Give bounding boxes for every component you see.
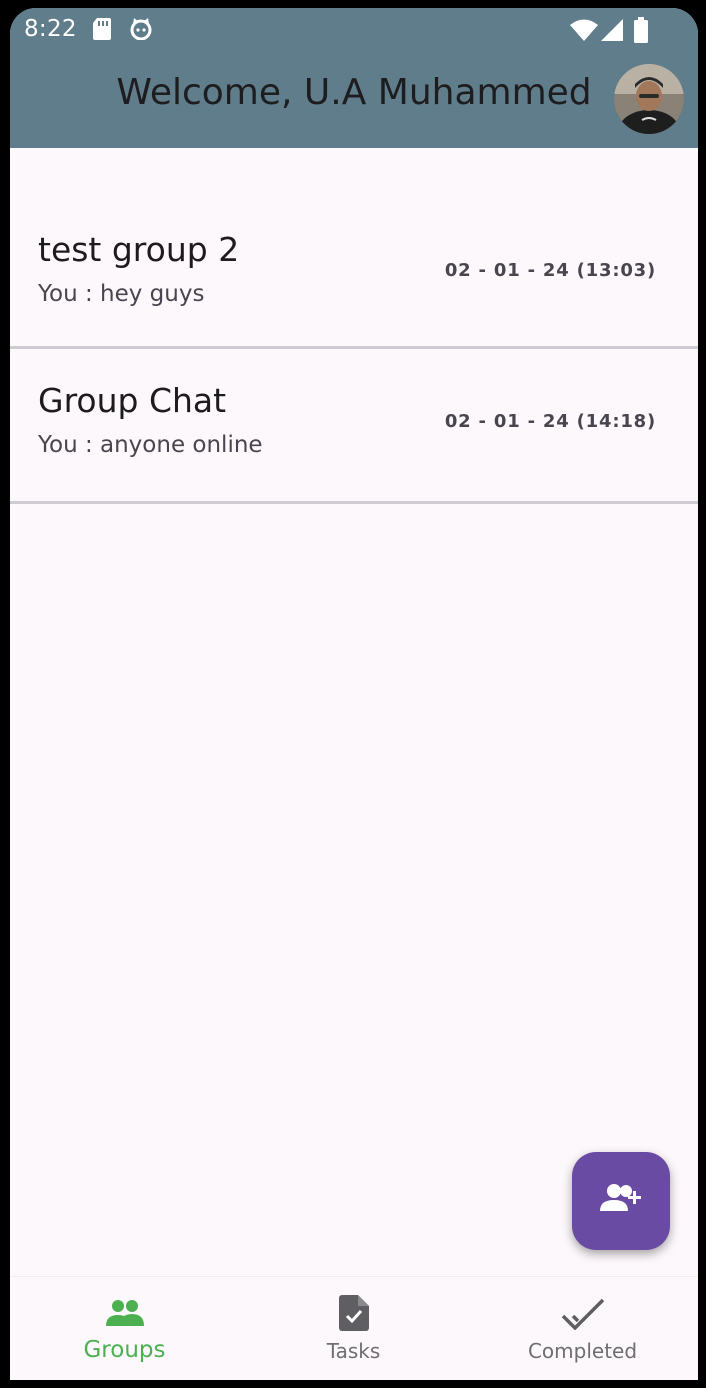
nav-item-tasks[interactable]: Tasks: [239, 1277, 468, 1380]
sd-card-icon: [93, 18, 111, 44]
status-bar: 8:22: [10, 8, 698, 54]
status-time: 8:22: [24, 16, 77, 42]
cat-icon: [129, 18, 153, 44]
group-timestamp: 02 - 01 - 24 (13:03): [444, 260, 656, 281]
group-name: Group Chat: [38, 381, 227, 420]
phone-screen: 8:22 Welcome, U.A Muhammed test group 2 …: [10, 8, 698, 1380]
nav-label-tasks: Tasks: [326, 1339, 381, 1363]
group-list: test group 2 You : hey guys 02 - 01 - 24…: [10, 148, 698, 504]
add-group-button[interactable]: [572, 1152, 670, 1250]
nav-item-groups[interactable]: Groups: [10, 1277, 239, 1380]
page-title: Welcome, U.A Muhammed: [116, 72, 592, 113]
signal-icon: [601, 19, 623, 45]
group-timestamp: 02 - 01 - 24 (14:18): [444, 411, 656, 432]
double-check-icon: [561, 1295, 605, 1331]
group-last-message: You : hey guys: [38, 281, 205, 307]
battery-icon: [634, 17, 648, 47]
nav-label-groups: Groups: [83, 1337, 166, 1363]
wifi-icon: [570, 19, 598, 45]
add-person-icon: [599, 1183, 643, 1219]
group-last-message: You : anyone online: [38, 432, 263, 458]
app-bar: 8:22 Welcome, U.A Muhammed: [10, 8, 698, 148]
group-list-item[interactable]: test group 2 You : hey guys 02 - 01 - 24…: [10, 198, 698, 349]
nav-item-completed[interactable]: Completed: [468, 1277, 697, 1380]
groups-icon: [104, 1295, 146, 1331]
bottom-navigation: Groups Tasks Completed: [10, 1276, 698, 1380]
group-list-item[interactable]: Group Chat You : anyone online 02 - 01 -…: [10, 349, 698, 504]
task-file-icon: [338, 1295, 369, 1331]
nav-label-completed: Completed: [527, 1339, 638, 1363]
group-name: test group 2: [38, 230, 240, 269]
avatar[interactable]: [614, 64, 684, 134]
